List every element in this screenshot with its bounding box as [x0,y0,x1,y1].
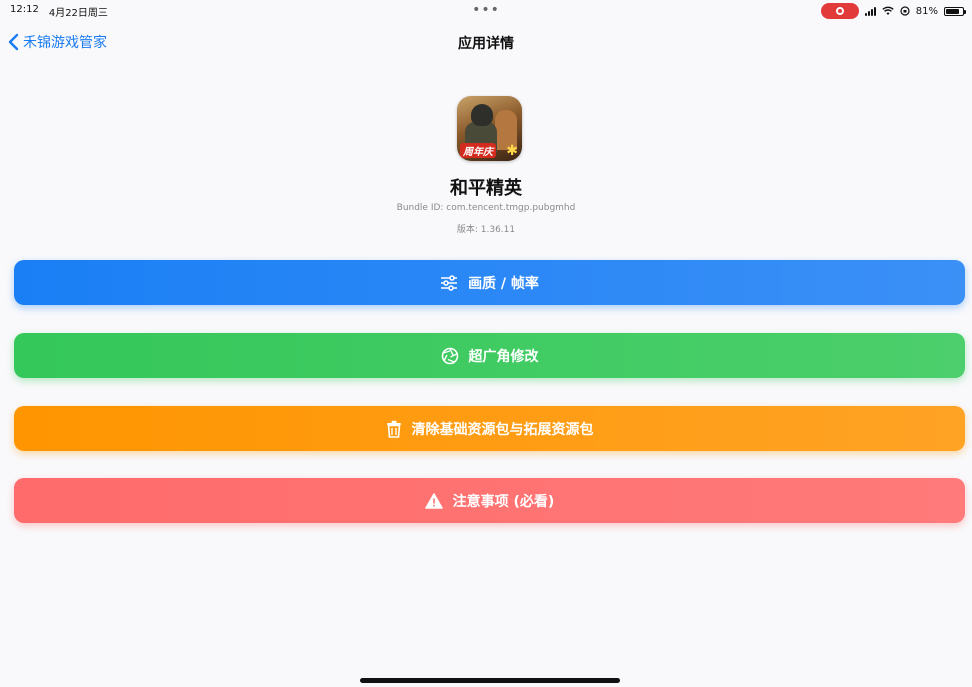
wide-angle-button[interactable]: 超广角修改 [14,333,965,378]
trash-icon [386,420,402,438]
wide-angle-label: 超广角修改 [468,348,539,365]
app-name: 和平精英 [450,178,522,199]
quality-framerate-label: 画质 / 帧率 [468,275,539,292]
multitask-dots-icon[interactable]: ••• [472,2,500,18]
clear-resource-packs-label: 清除基础资源包与拓展资源包 [411,421,594,438]
wifi-icon [882,6,894,15]
aperture-icon [441,347,459,365]
sliders-icon [440,274,458,291]
cellular-signal-icon [864,6,876,16]
bundle-id: Bundle ID: com.tencent.tmgp.pubgmhd [396,203,576,213]
status-bar: 12:12 4月22日周三 ••• 81% [0,0,972,22]
screen-record-icon[interactable] [820,3,859,19]
navigation-bar: 禾锦游戏管家 应用详情 [0,24,972,60]
app-version: 版本: 1.36.11 [456,225,516,235]
app-icon: 周年庆 ✱ [457,96,522,161]
warning-icon [424,492,443,509]
notice-label: 注意事项 (必看) [452,493,555,510]
status-time: 12:12 [10,3,39,15]
status-right: 81% [820,3,972,19]
quality-framerate-button[interactable]: 画质 / 帧率 [14,260,965,305]
rotation-lock-icon [900,6,910,16]
battery-icon [944,6,966,16]
status-left: 12:12 4月22日周三 [0,4,108,19]
sparkle-icon: ✱ [506,143,518,159]
status-date: 4月22日周三 [48,7,108,19]
app-icon-badge: 周年庆 [460,143,496,158]
notice-button[interactable]: 注意事项 (必看) [14,478,965,523]
battery-percent: 81% [915,5,938,17]
page-title: 应用详情 [458,36,514,52]
home-indicator[interactable] [360,678,620,683]
clear-resource-packs-button[interactable]: 清除基础资源包与拓展资源包 [14,406,965,451]
